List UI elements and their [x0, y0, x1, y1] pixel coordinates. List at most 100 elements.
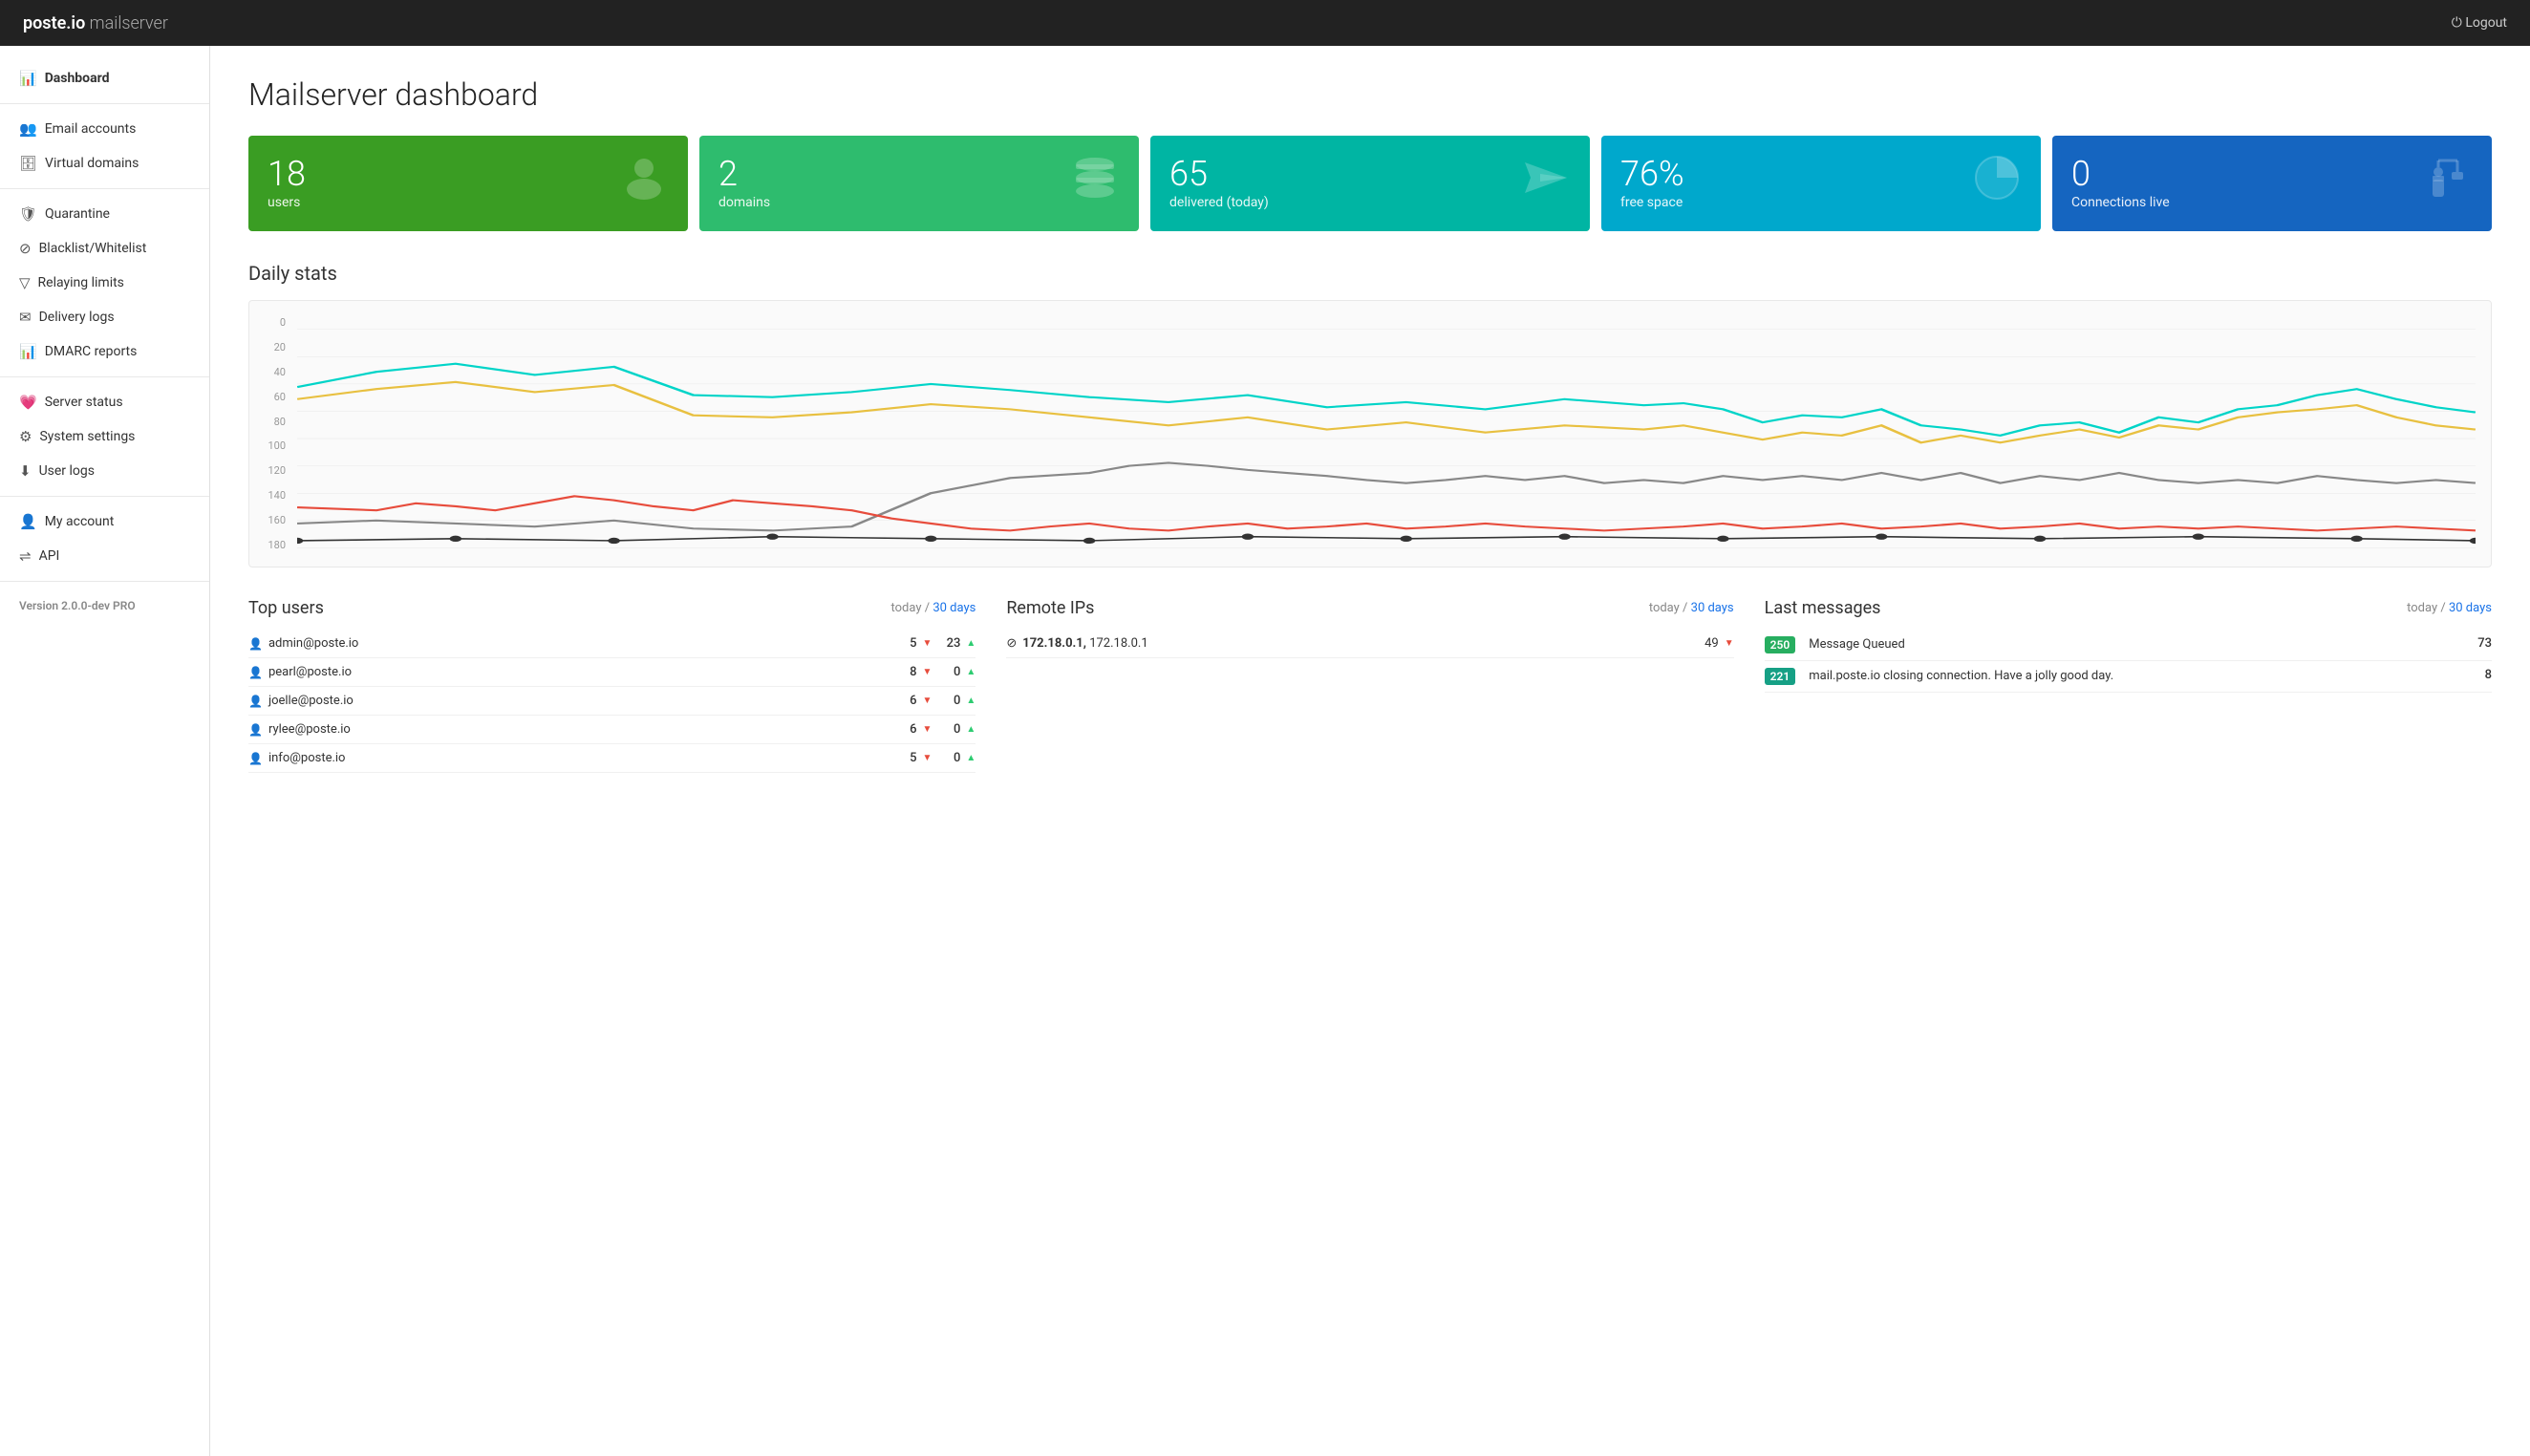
dashboard-icon: 📊: [19, 70, 37, 87]
server-status-icon: 💗: [19, 394, 37, 411]
message-row: 221 mail.poste.io closing connection. Ha…: [1765, 661, 2492, 693]
sidebar-item-virtual-domains[interactable]: 🗄 Virtual domains: [0, 146, 209, 181]
down-count: 6: [894, 722, 917, 737]
delivery-icon: ✉: [19, 309, 32, 326]
sidebar-item-dashboard[interactable]: 📊 Dashboard: [0, 61, 209, 96]
logout-button[interactable]: ⏻ Logout: [2452, 15, 2507, 31]
last-messages-section: Last messages today / 30 days 250 Messag…: [1765, 598, 2492, 773]
user-email: pearl@poste.io: [268, 665, 889, 679]
sidebar-divider-1: [0, 103, 209, 104]
stat-card-users-value: 18: [268, 157, 306, 191]
delivered-icon: [1521, 153, 1571, 214]
up-count: 0: [937, 665, 960, 679]
user-icon: 👤: [248, 695, 263, 708]
domains-icon: [1070, 153, 1120, 214]
stat-card-free-space-value: 76%: [1620, 157, 1684, 191]
remote-ips-title: Remote IPs: [1006, 598, 1094, 618]
logo-brand: poste.io: [23, 13, 85, 33]
sidebar-item-user-logs[interactable]: ⬇ User logs: [0, 454, 209, 488]
sidebar-item-my-account[interactable]: 👤 My account: [0, 504, 209, 539]
top-users-rows: 👤 admin@poste.io 5 ▼ 23 ▲ 👤 pearl@poste.…: [248, 630, 976, 773]
message-badge: 250: [1765, 636, 1796, 653]
system-settings-icon: ⚙: [19, 428, 32, 445]
stat-card-free-space-label: free space: [1620, 195, 1684, 210]
relaying-icon: ▽: [19, 274, 31, 291]
remote-ips-header: Remote IPs today / 30 days: [1006, 598, 1733, 618]
stat-card-connections: 0 Connections live: [2052, 136, 2492, 231]
y-axis-labels: 180 160 140 120 100 80 60 40 20 0: [249, 316, 291, 559]
daily-stats-title: Daily stats: [248, 262, 2492, 285]
top-users-section: Top users today / 30 days 👤 admin@poste.…: [248, 598, 976, 773]
arrow-up-icon: ▲: [966, 724, 976, 735]
sidebar-item-dmarc-reports[interactable]: 📊 DMARC reports: [0, 334, 209, 369]
shield-icon: ⊘: [1006, 636, 1017, 651]
sidebar-item-relaying-limits[interactable]: ▽ Relaying limits: [0, 266, 209, 300]
stat-card-users: 18 users: [248, 136, 688, 231]
arrow-up-icon: ▲: [966, 696, 976, 706]
sidebar-divider-4: [0, 496, 209, 497]
user-icon: 👤: [248, 723, 263, 737]
last-messages-30days-link[interactable]: 30 days: [2449, 601, 2492, 615]
remote-ips-30days-link[interactable]: 30 days: [1691, 601, 1734, 615]
user-icon: 👤: [248, 752, 263, 765]
sidebar-item-delivery-logs[interactable]: ✉ Delivery logs: [0, 300, 209, 334]
stat-card-domains-label: domains: [718, 195, 770, 210]
sidebar-item-label: Dashboard: [45, 71, 110, 86]
sidebar-item-blacklist-whitelist[interactable]: ⊘ Blacklist/Whitelist: [0, 231, 209, 266]
main-content: Mailserver dashboard 18 users 2 dom: [210, 46, 2530, 1456]
y-label-120: 120: [249, 464, 291, 477]
arrow-down-icon: ▼: [1725, 638, 1734, 649]
sidebar-item-label: User logs: [39, 463, 95, 479]
stat-card-delivered: 65 delivered (today): [1150, 136, 1590, 231]
message-badge: 221: [1765, 668, 1796, 685]
arrow-down-icon: ▼: [923, 724, 933, 735]
down-count: 5: [894, 636, 917, 651]
sidebar-item-system-settings[interactable]: ⚙ System settings: [0, 419, 209, 454]
top-users-links: today / 30 days: [890, 601, 976, 615]
stat-card-free-space: 76% free space: [1601, 136, 2041, 231]
user-logs-icon: ⬇: [19, 462, 32, 480]
top-users-title: Top users: [248, 598, 324, 618]
sidebar-item-label: System settings: [39, 429, 135, 444]
ip-bold: 172.18.0.1, 172.18.0.1: [1022, 636, 1147, 651]
sidebar-item-label: DMARC reports: [45, 344, 138, 359]
table-row: 👤 rylee@poste.io 6 ▼ 0 ▲: [248, 716, 976, 744]
message-text: Message Queued: [1809, 636, 2455, 653]
message-row: 250 Message Queued 73: [1765, 630, 2492, 661]
header: poste.io mailserver ⏻ Logout: [0, 0, 2530, 46]
stat-card-domains-value: 2: [718, 157, 770, 191]
arrow-up-icon: ▲: [966, 667, 976, 677]
sidebar-item-label: Relaying limits: [38, 275, 124, 290]
table-row: 👤 pearl@poste.io 8 ▼ 0 ▲: [248, 658, 976, 687]
blacklist-icon: ⊘: [19, 240, 32, 257]
top-users-header: Top users today / 30 days: [248, 598, 976, 618]
page-title: Mailserver dashboard: [248, 76, 2492, 113]
top-users-30days-link[interactable]: 30 days: [933, 601, 976, 615]
stat-card-connections-info: 0 Connections live: [2071, 157, 2170, 210]
stat-card-connections-value: 0: [2071, 157, 2170, 191]
last-messages-header: Last messages today / 30 days: [1765, 598, 2492, 618]
down-count: 6: [894, 694, 917, 708]
sidebar-item-label: API: [39, 548, 60, 564]
sidebar-version: Version 2.0.0-dev PRO: [0, 589, 209, 622]
stat-card-domains: 2 domains: [699, 136, 1139, 231]
daily-stats-section: Daily stats 180 160 140 120 100 80 60 40…: [248, 262, 2492, 567]
sidebar-item-label: My account: [45, 514, 115, 529]
sidebar-item-email-accounts[interactable]: 👥 Email accounts: [0, 112, 209, 146]
sidebar-divider-3: [0, 376, 209, 377]
table-row: 👤 info@poste.io 5 ▼ 0 ▲: [248, 744, 976, 773]
stat-card-domains-info: 2 domains: [718, 157, 770, 210]
stat-card-free-space-info: 76% free space: [1620, 157, 1684, 210]
remote-ips-section: Remote IPs today / 30 days ⊘ 172.18.0.1,…: [1006, 598, 1733, 773]
user-email: admin@poste.io: [268, 636, 889, 651]
sidebar-item-server-status[interactable]: 💗 Server status: [0, 385, 209, 419]
sidebar-item-api[interactable]: ⇌ API: [0, 539, 209, 573]
y-label-80: 80: [249, 416, 291, 428]
sidebar-item-label: Email accounts: [45, 121, 137, 137]
sidebar-item-quarantine[interactable]: 🛡 Quarantine: [0, 197, 209, 231]
sidebar-divider-5: [0, 581, 209, 582]
arrow-down-icon: ▼: [923, 696, 933, 706]
quarantine-icon: 🛡: [19, 205, 37, 223]
api-icon: ⇌: [19, 547, 32, 565]
y-label-100: 100: [249, 439, 291, 452]
